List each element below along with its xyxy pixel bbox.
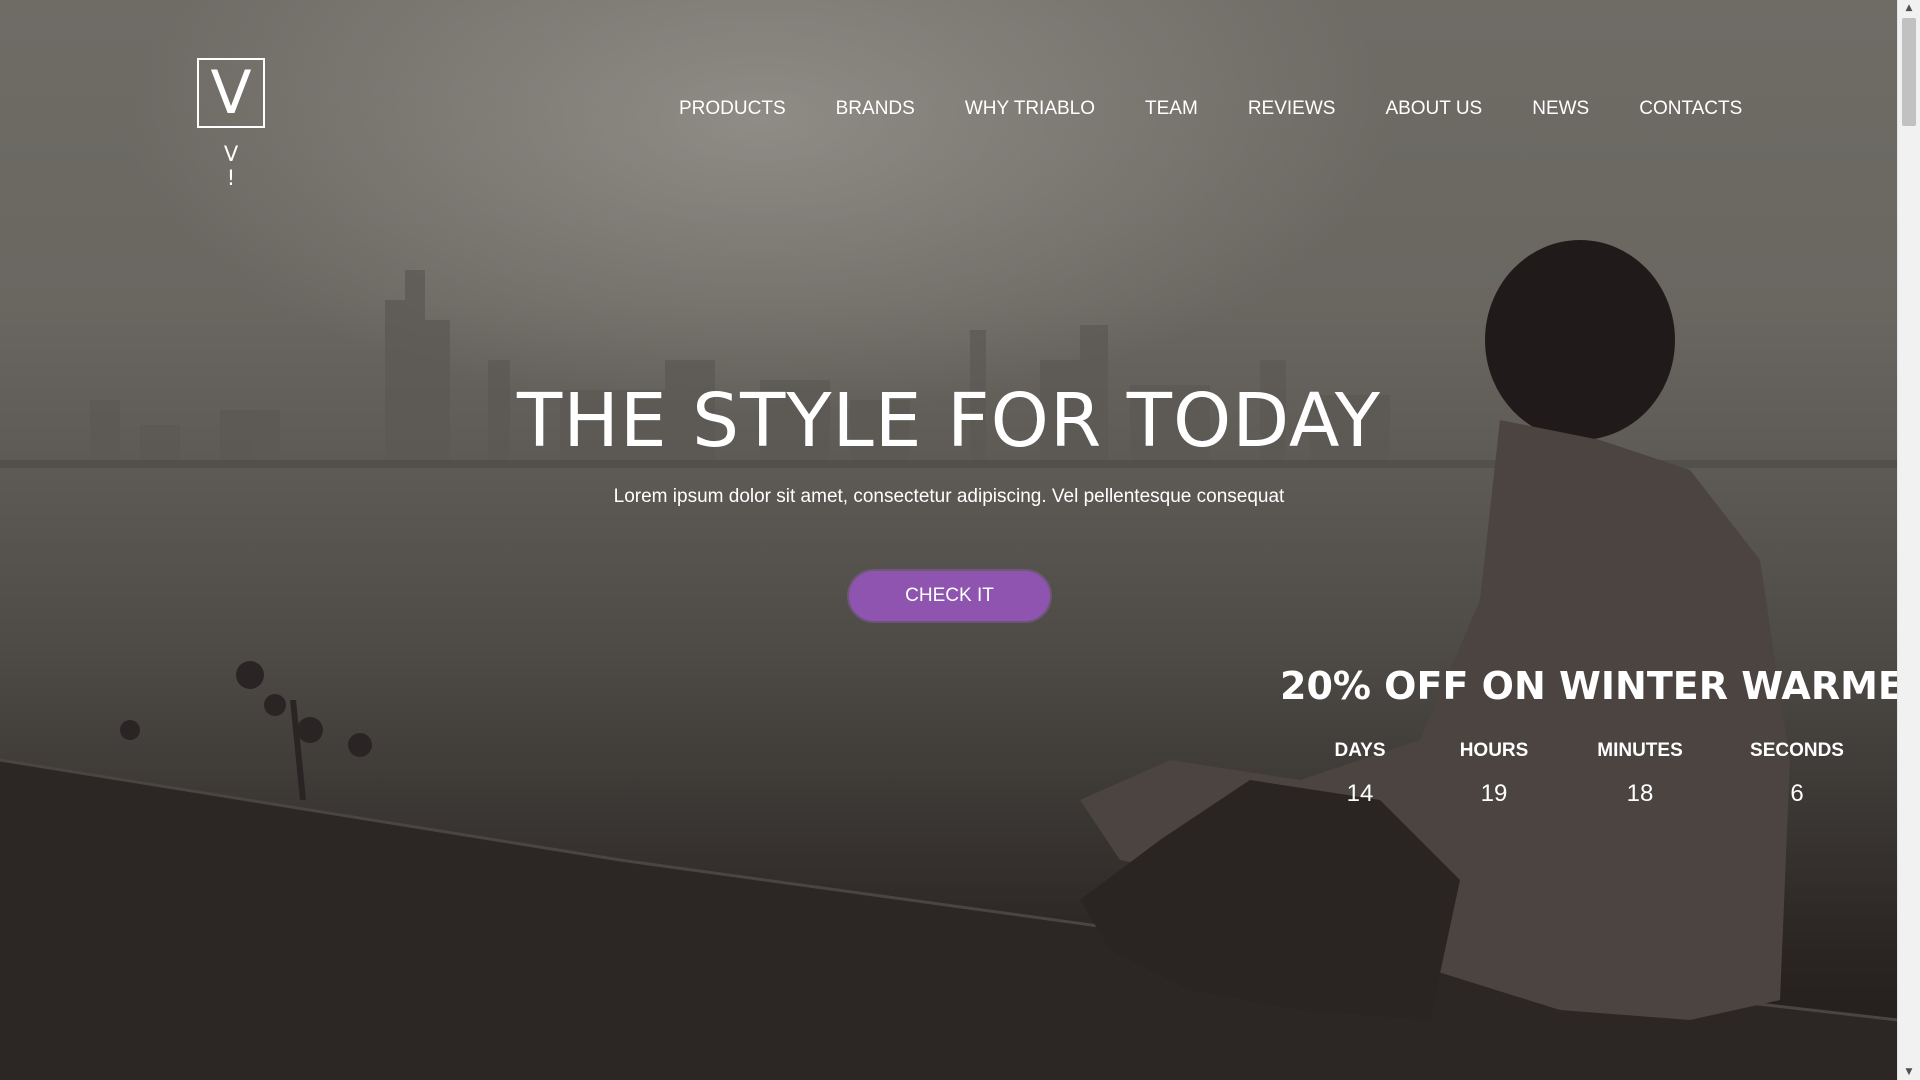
countdown-value: 6 — [1790, 780, 1804, 807]
countdown-value: 14 — [1346, 780, 1374, 807]
nav-item-why-triablo[interactable]: WHY TRIABLO — [965, 98, 1095, 120]
countdown-label: SECONDS — [1750, 740, 1844, 761]
nav-item-reviews[interactable]: REVIEWS — [1248, 98, 1336, 120]
countdown-label: MINUTES — [1597, 740, 1683, 761]
hero-title: THE STYLE FOR TODAY — [517, 378, 1381, 464]
site-logo[interactable]: V V ! — [196, 58, 266, 190]
countdown-hours: HOURS 19 — [1424, 740, 1564, 808]
countdown-label: DAYS — [1334, 740, 1386, 761]
background-scene — [0, 240, 1898, 1080]
hero-background-image — [0, 0, 1898, 1080]
nav-item-news[interactable]: NEWS — [1532, 98, 1589, 120]
check-it-button[interactable]: CHECK IT — [849, 571, 1050, 621]
page-scrollbar[interactable]: ▲ ▼ — [1897, 0, 1920, 1080]
nav-item-about-us[interactable]: ABOUT US — [1385, 98, 1482, 120]
countdown-minutes: MINUTES 18 — [1570, 740, 1710, 808]
scrollbar-thumb[interactable] — [1902, 18, 1916, 126]
countdown-timer: DAYS 14 HOURS 19 MINUTES 18 SECONDS 6 — [1290, 740, 1870, 810]
countdown-label: HOURS — [1459, 740, 1529, 761]
chevron-down-icon[interactable]: ▼ — [1898, 1064, 1920, 1080]
main-nav: PRODUCTS BRANDS WHY TRIABLO TEAM REVIEWS… — [679, 98, 1742, 120]
logo-subtext: V ! — [223, 142, 253, 190]
countdown-value: 19 — [1480, 780, 1508, 807]
nav-item-contacts[interactable]: CONTACTS — [1639, 98, 1742, 120]
hero-subtitle: Lorem ipsum dolor sit amet, consectetur … — [613, 486, 1285, 507]
nav-item-brands[interactable]: BRANDS — [836, 98, 915, 120]
nav-item-team[interactable]: TEAM — [1145, 98, 1198, 120]
promo-title: 20% OFF ON WINTER WARMERS — [1280, 664, 1920, 708]
countdown-days: DAYS 14 — [1290, 740, 1430, 808]
countdown-seconds: SECONDS 6 — [1727, 740, 1867, 808]
countdown-value: 18 — [1626, 780, 1654, 807]
chevron-up-icon[interactable]: ▲ — [1898, 0, 1920, 16]
logo-mark: V — [197, 58, 265, 128]
page: V V ! PRODUCTS BRANDS WHY TRIABLO TEAM R… — [0, 0, 1920, 1080]
nav-item-products[interactable]: PRODUCTS — [679, 98, 786, 120]
